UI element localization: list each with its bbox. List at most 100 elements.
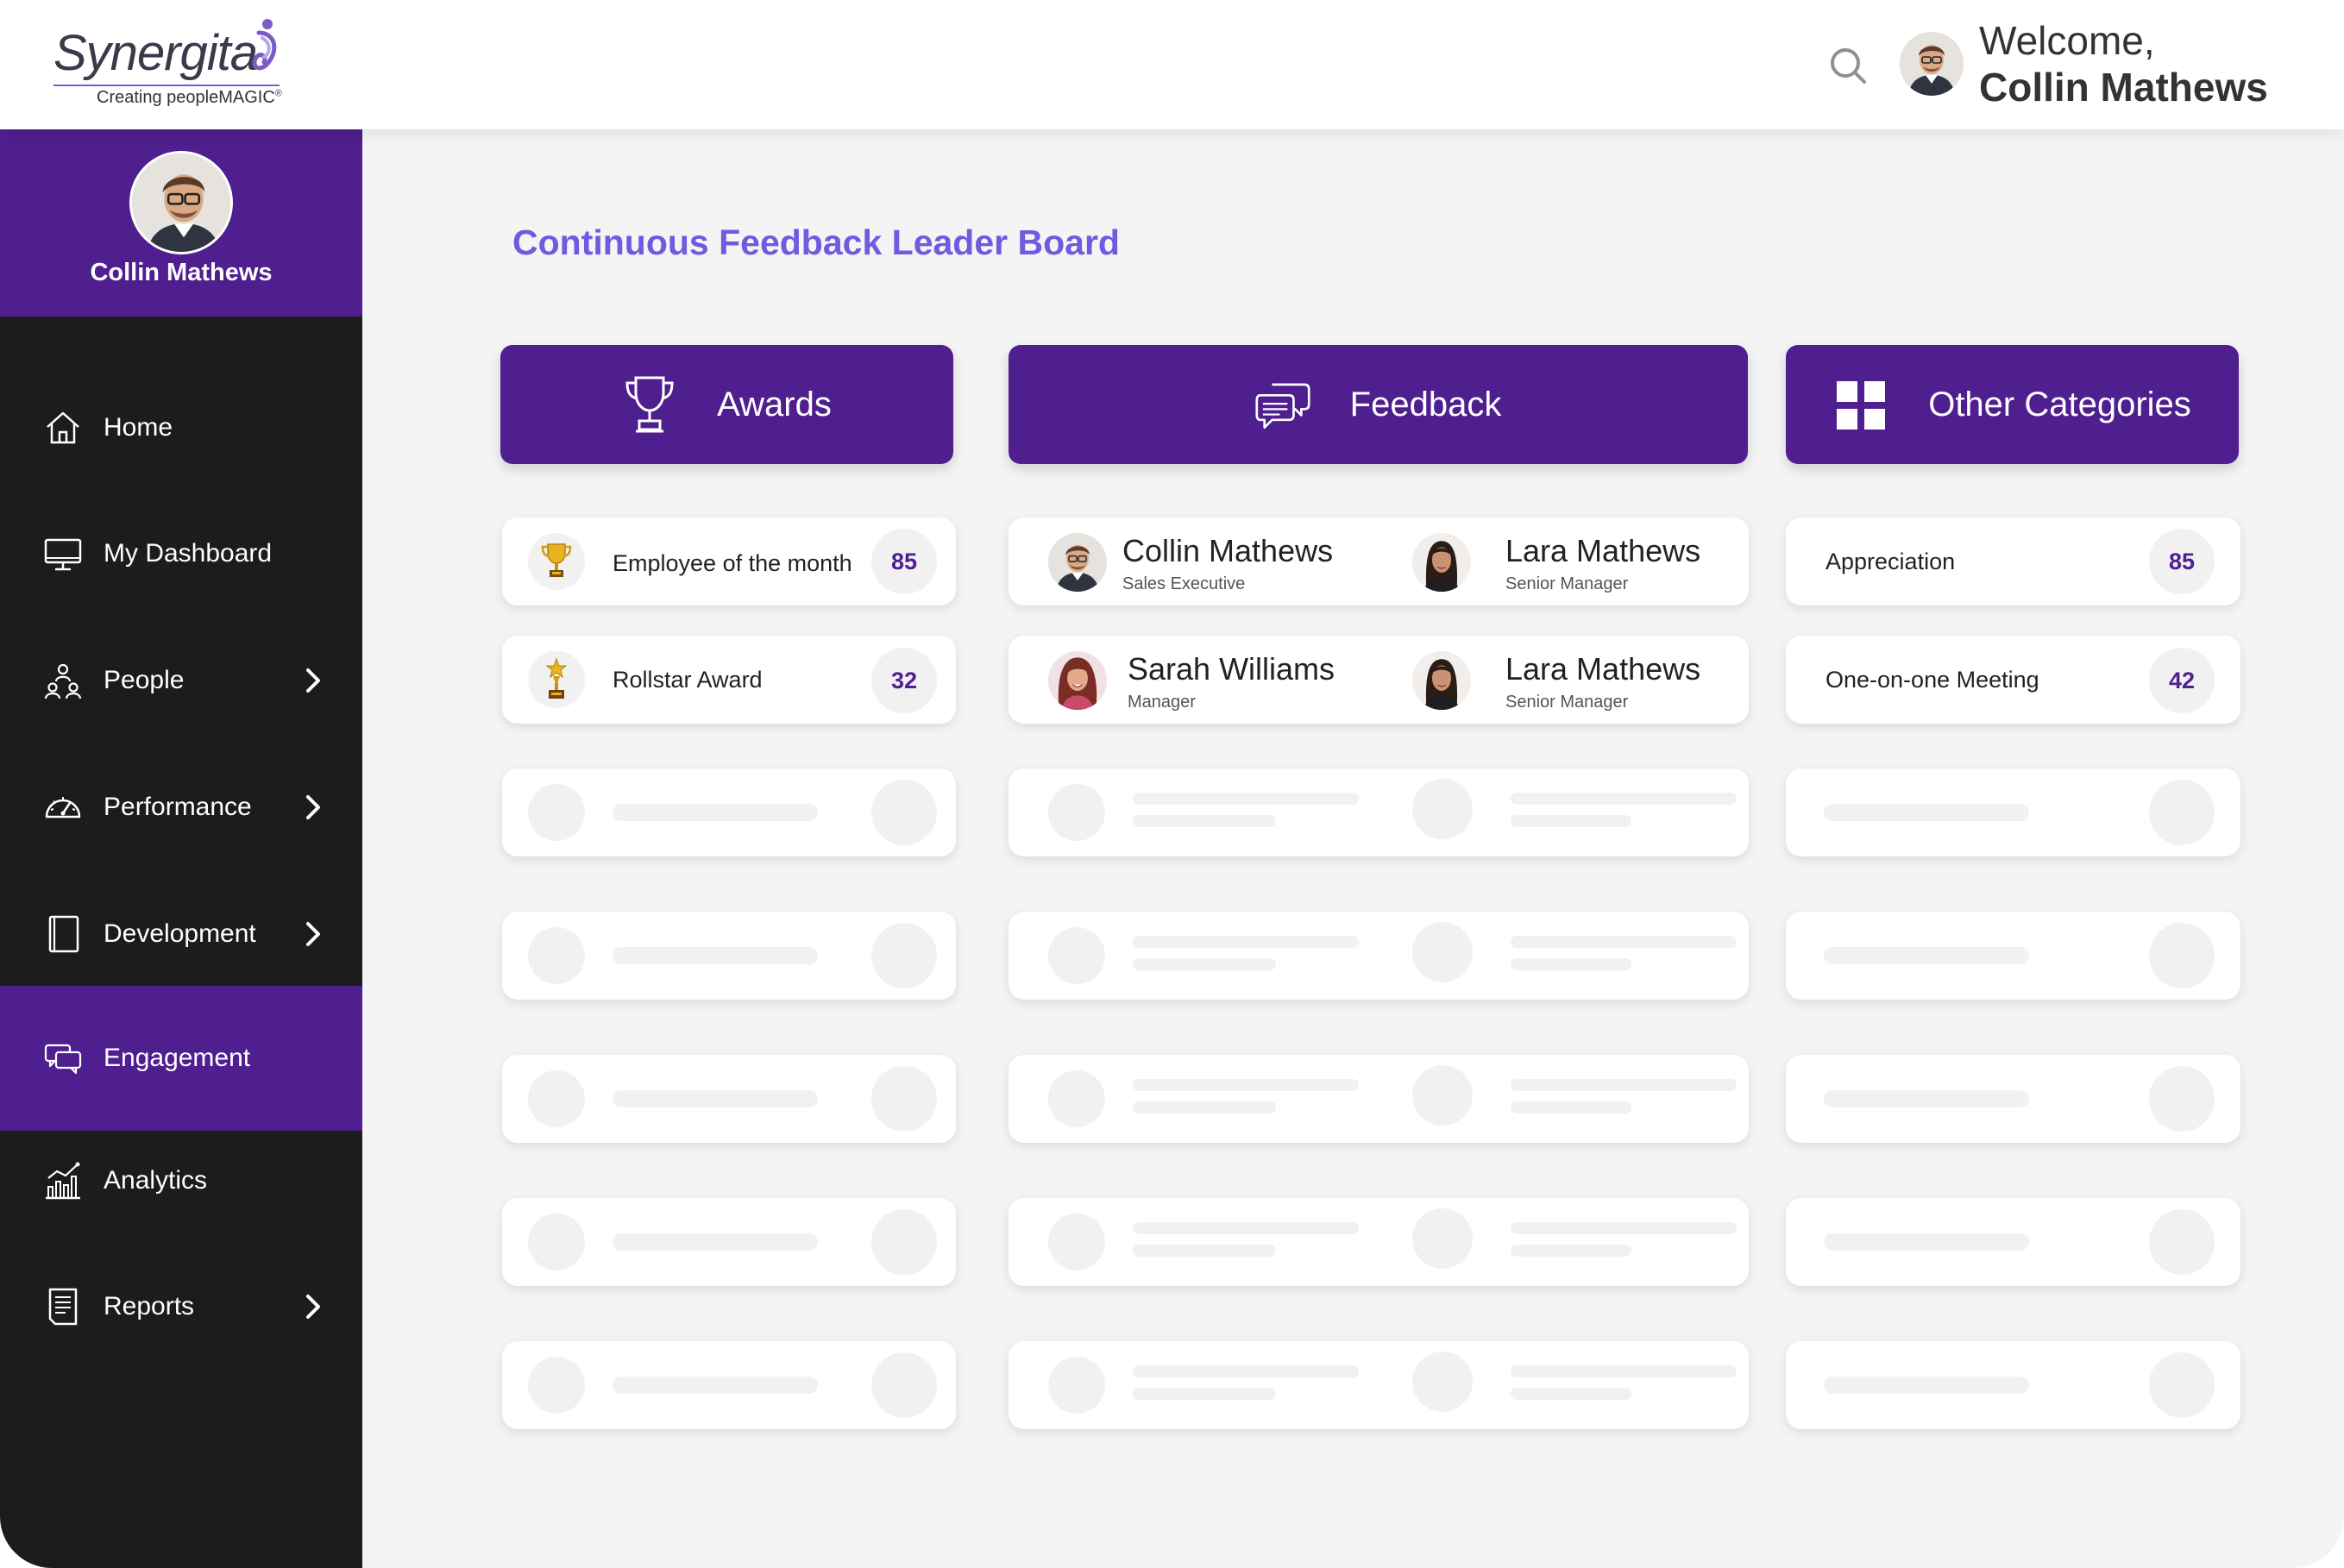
chevron-right-icon[interactable] xyxy=(304,1293,323,1320)
skeleton-badge xyxy=(2149,1066,2215,1132)
skeleton-avatar xyxy=(1412,1065,1473,1126)
category-row[interactable]: One-on-one Meeting 42 xyxy=(1786,636,2240,724)
skeleton-avatar xyxy=(528,1357,585,1414)
skeleton-card xyxy=(1009,1198,1749,1286)
woman-portrait-icon xyxy=(1412,533,1471,592)
person-name: Lara Mathews xyxy=(1505,651,1701,687)
skeleton-card xyxy=(1786,912,2240,1000)
award-name: Employee of the month xyxy=(613,550,852,576)
category-name: One-on-one Meeting xyxy=(1826,667,2039,693)
skeleton-line xyxy=(613,1090,818,1107)
sidebar-item-label: Development xyxy=(104,919,256,948)
tab-label: Awards xyxy=(717,385,832,423)
sidebar-item-label: Performance xyxy=(104,793,252,821)
app-frame: Synergita Creating peopleMAGIC® Welcome,… xyxy=(0,0,2344,1568)
man-portrait-icon xyxy=(1048,533,1107,592)
award-row[interactable]: Employee of the month 85 xyxy=(502,517,956,605)
skeleton-card xyxy=(1009,1341,1749,1429)
sidebar-item-reports[interactable]: Reports xyxy=(0,1255,362,1358)
sidebar-item-performance[interactable]: Performance xyxy=(0,756,362,859)
category-row[interactable]: Appreciation 85 xyxy=(1786,517,2240,605)
skeleton-avatar xyxy=(1048,927,1105,984)
skeleton-avatar xyxy=(528,1214,585,1270)
person-role: Senior Manager xyxy=(1505,693,1629,712)
skeleton-avatar xyxy=(1412,1352,1473,1412)
logo-tagline: Creating peopleMAGIC® xyxy=(97,88,282,107)
skeleton-line xyxy=(1511,815,1631,827)
skeleton-card xyxy=(1786,1341,2240,1429)
skeleton-line xyxy=(613,947,818,964)
tab-feedback[interactable]: Feedback xyxy=(1009,345,1748,464)
sidebar-item-home[interactable]: Home xyxy=(0,376,362,480)
chevron-right-icon[interactable] xyxy=(304,667,323,694)
sidebar-item-development[interactable]: Development xyxy=(0,882,362,986)
skeleton-line xyxy=(613,804,818,821)
sidebar-item-analytics[interactable]: Analytics xyxy=(0,1129,362,1232)
feedback-row[interactable]: Collin Mathews Sales Executive Lara Math… xyxy=(1009,517,1749,605)
tab-awards[interactable]: Awards xyxy=(500,345,953,464)
category-count-badge: 85 xyxy=(2149,529,2215,594)
skeleton-line xyxy=(1511,1222,1737,1234)
woman-portrait-icon xyxy=(1048,651,1107,710)
sidebar-item-my-dashboard[interactable]: My Dashboard xyxy=(0,502,362,605)
feedback-row[interactable]: Sarah Williams Manager Lara Mathews Seni… xyxy=(1009,636,1749,724)
skeleton-badge xyxy=(871,780,937,845)
logo-wordmark: Synergita xyxy=(53,25,258,81)
header-avatar[interactable] xyxy=(1900,32,1964,96)
skeleton-avatar xyxy=(528,784,585,841)
skeleton-card xyxy=(502,768,956,856)
man-portrait-icon xyxy=(132,154,230,252)
welcome-user-name: Collin Mathews xyxy=(1979,65,2268,110)
speedometer-icon xyxy=(45,797,81,818)
skeleton-badge xyxy=(871,1209,937,1275)
skeleton-line xyxy=(1133,1388,1276,1400)
award-row[interactable]: Rollstar Award 32 xyxy=(502,636,956,724)
skeleton-avatar xyxy=(1412,779,1473,839)
skeleton-line xyxy=(1133,1222,1359,1234)
skeleton-line xyxy=(1824,804,2029,821)
sidebar-item-people[interactable]: People xyxy=(0,629,362,732)
skeleton-avatar xyxy=(1048,784,1105,841)
person-role: Manager xyxy=(1128,693,1196,712)
woman-portrait-icon xyxy=(1412,651,1471,710)
synergita-logo[interactable]: Synergita Creating peopleMAGIC® xyxy=(52,17,311,112)
category-count-badge: 42 xyxy=(2149,648,2215,713)
skeleton-avatar xyxy=(1412,922,1473,982)
person-name: Collin Mathews xyxy=(1122,533,1334,568)
skeleton-line xyxy=(1511,936,1737,948)
skeleton-card xyxy=(1009,1055,1749,1143)
skeleton-line xyxy=(1511,1079,1737,1091)
skeleton-line xyxy=(1824,1090,2029,1107)
award-icon-wrap xyxy=(528,651,585,708)
sidebar-item-label: My Dashboard xyxy=(104,539,273,568)
people-icon xyxy=(44,663,82,699)
trophy-icon xyxy=(625,376,674,433)
award-count-badge: 85 xyxy=(871,529,937,594)
chevron-right-icon[interactable] xyxy=(304,793,323,821)
skeleton-line xyxy=(613,1233,818,1251)
sidebar-profile[interactable]: Collin Mathews xyxy=(0,129,362,317)
profile-avatar xyxy=(129,151,233,254)
category-name: Appreciation xyxy=(1826,549,1956,574)
skeleton-badge xyxy=(2149,923,2215,988)
skeleton-line xyxy=(1133,1079,1359,1091)
avatar xyxy=(1412,533,1471,592)
star-trophy-icon xyxy=(545,657,568,699)
sidebar-item-label: People xyxy=(104,666,185,694)
chat-icon xyxy=(44,1044,82,1075)
chevron-right-icon[interactable] xyxy=(304,920,323,948)
skeleton-card xyxy=(1009,912,1749,1000)
sidebar-item-engagement[interactable]: Engagement xyxy=(0,986,362,1131)
page-title: Continuous Feedback Leader Board xyxy=(512,223,1120,262)
skeleton-line xyxy=(1511,958,1631,970)
top-header: Synergita Creating peopleMAGIC® Welcome,… xyxy=(0,0,2344,129)
skeleton-line xyxy=(1133,1365,1359,1377)
search-icon[interactable] xyxy=(1827,45,1869,86)
skeleton-badge xyxy=(2149,780,2215,845)
analytics-icon xyxy=(46,1162,80,1200)
tab-other-categories[interactable]: Other Categories xyxy=(1786,345,2239,464)
skeleton-line xyxy=(613,1377,818,1394)
skeleton-line xyxy=(1133,936,1359,948)
person-name: Lara Mathews xyxy=(1505,533,1701,568)
skeleton-card xyxy=(1786,1055,2240,1143)
